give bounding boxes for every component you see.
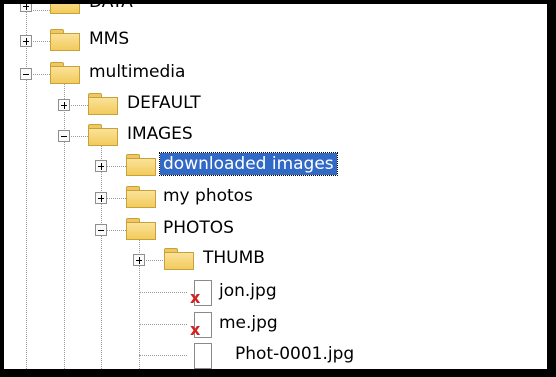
- collapse-toggle-photos[interactable]: [95, 224, 107, 236]
- tree-item-phot-0001-jpg[interactable]: Phot-0001.jpg: [232, 343, 357, 365]
- tree-item-downloaded-images[interactable]: downloaded images: [159, 152, 338, 176]
- folder-icon: [50, 4, 80, 14]
- collapse-toggle-multimedia[interactable]: [20, 68, 32, 80]
- folder-tree: DATA MMS multimedia DEFAULT IMAGES downl…: [4, 4, 547, 369]
- tree-guide-line: [139, 324, 187, 325]
- broken-image-file-icon: x: [190, 280, 212, 306]
- tree-guide-line: [64, 79, 65, 369]
- tree-item-mms[interactable]: MMS: [86, 28, 132, 50]
- tree-item-default[interactable]: DEFAULT: [124, 92, 204, 114]
- folder-icon: [126, 218, 156, 240]
- tree-item-photos[interactable]: PHOTOS: [160, 217, 237, 239]
- folder-icon: [126, 186, 156, 208]
- tree-view-panel: DATA MMS multimedia DEFAULT IMAGES downl…: [0, 0, 556, 377]
- folder-icon: [164, 248, 194, 270]
- tree-guide-line: [139, 292, 187, 293]
- tree-guide-line: [139, 355, 187, 356]
- tree-item-my-photos[interactable]: my photos: [160, 185, 256, 207]
- tree-guide-line: [26, 4, 27, 369]
- expand-toggle-mms[interactable]: [20, 35, 32, 47]
- expand-toggle-thumb[interactable]: [133, 254, 145, 266]
- expand-toggle-data[interactable]: [20, 4, 32, 12]
- file-icon: [190, 343, 212, 369]
- tree-item-data[interactable]: DATA: [86, 4, 136, 13]
- expand-toggle-my-photos[interactable]: [95, 192, 107, 204]
- collapse-toggle-images[interactable]: [58, 130, 70, 142]
- tree-guide-line: [101, 142, 102, 369]
- folder-icon: [50, 62, 80, 84]
- broken-image-file-icon: x: [190, 312, 212, 338]
- tree-item-images[interactable]: IMAGES: [124, 123, 196, 145]
- tree-item-multimedia[interactable]: multimedia: [86, 61, 188, 83]
- folder-icon: [88, 93, 118, 115]
- tree-item-me-jpg[interactable]: me.jpg: [216, 312, 281, 334]
- folder-icon: [88, 124, 118, 146]
- expand-toggle-default[interactable]: [58, 99, 70, 111]
- folder-icon: [126, 154, 156, 176]
- folder-icon: [50, 29, 80, 51]
- expand-toggle-downloaded-images[interactable]: [95, 160, 107, 172]
- tree-item-thumb[interactable]: THUMB: [200, 247, 268, 269]
- tree-item-jon-jpg[interactable]: jon.jpg: [216, 280, 280, 302]
